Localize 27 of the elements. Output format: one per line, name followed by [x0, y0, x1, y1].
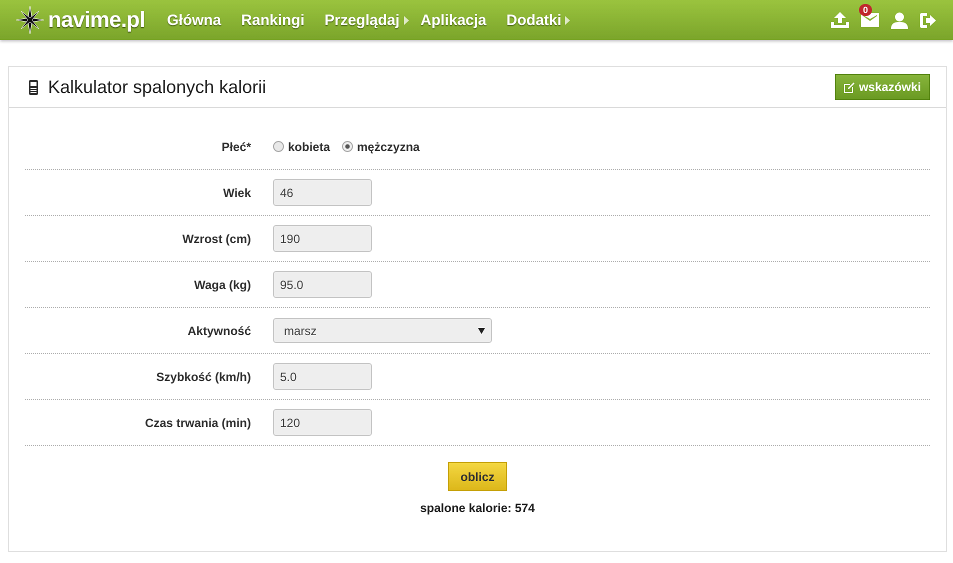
input-field[interactable]: 95.0 [273, 271, 372, 298]
input-field[interactable]: 46 [273, 179, 372, 206]
phone-icon [29, 80, 38, 94]
input-field[interactable]: 5.0 [273, 363, 372, 390]
radio-option[interactable]: mężczyzna [342, 140, 420, 154]
activity-select[interactable]: marsz [273, 318, 492, 343]
field-label: Wzrost (cm) [181, 232, 251, 246]
input-field[interactable]: 120 [273, 409, 372, 436]
panel-title: Kalkulator spalonych kalorii [48, 76, 266, 98]
upload-icon[interactable] [831, 12, 849, 28]
field-label: Aktywność [186, 324, 251, 338]
dropdown-caret-icon [478, 328, 485, 334]
calculate-button[interactable]: oblicz [448, 462, 507, 491]
edit-icon [844, 82, 855, 92]
field-label: Czas trwania (min) [144, 416, 251, 430]
radio-option[interactable]: kobieta [273, 140, 330, 154]
field-label: Płeć* [220, 140, 251, 154]
result-text: spalone kalorie: 574 [420, 501, 535, 515]
notification-badge: 0 [859, 4, 872, 16]
user-icon[interactable] [891, 12, 908, 28]
input-field[interactable]: 190 [273, 225, 372, 252]
compass-star-icon [16, 6, 44, 34]
field-label: Wiek [222, 186, 251, 200]
logout-icon[interactable] [920, 12, 937, 28]
field-label: Waga (kg) [193, 278, 251, 292]
mail-icon[interactable] [861, 13, 879, 27]
field-label: Szybkość (km/h) [155, 370, 251, 384]
